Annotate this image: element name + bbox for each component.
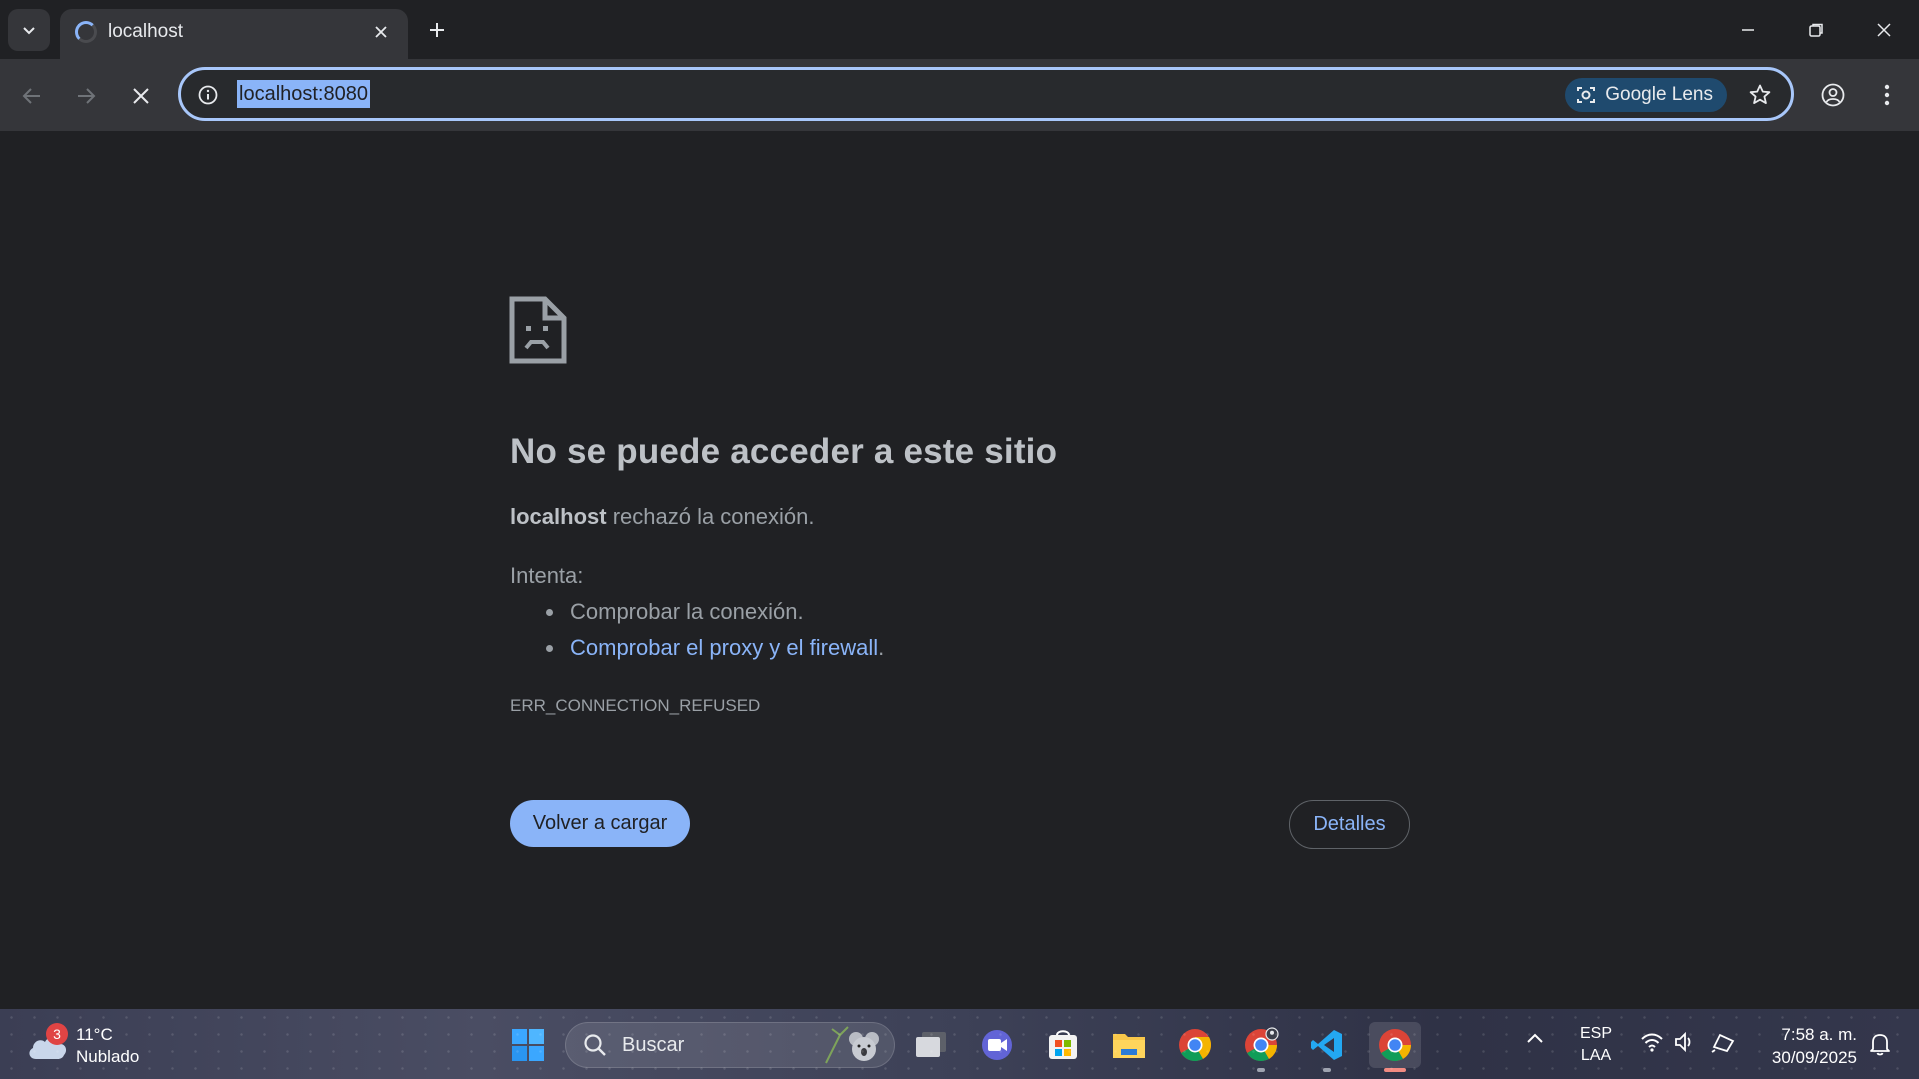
proxy-firewall-link[interactable]: Comprobar el proxy y el firewall [570,635,878,660]
koala-illustration-icon [825,1026,879,1064]
wifi-icon[interactable] [1640,1031,1664,1053]
weather-condition: Nublado [76,1047,140,1066]
tab-search-button[interactable] [8,9,50,51]
error-title: No se puede acceder a este sitio [510,432,1058,471]
clock-date: 30/09/2025 [1771,1048,1857,1067]
video-call-icon [982,1030,1012,1060]
error-code: ERR_CONNECTION_REFUSED [510,696,761,715]
task-view-icon [916,1032,946,1057]
error-host: localhost [510,504,607,529]
microsoft-store-app[interactable] [1040,1022,1086,1068]
windows-logo-icon [512,1029,544,1061]
suggestion-check-connection: Comprobar la conexión. [570,599,804,624]
running-indicator [1323,1068,1331,1072]
notification-bell-icon[interactable] [1868,1031,1892,1057]
teams-meet-app[interactable] [974,1022,1020,1068]
vscode-app[interactable] [1304,1022,1350,1072]
search-icon [584,1034,606,1056]
chevron-up-icon[interactable] [1525,1031,1545,1045]
bookmark-button[interactable] [1743,78,1777,112]
restore-icon [1809,23,1823,37]
chevron-down-icon [23,27,35,35]
menu-button[interactable] [1867,75,1907,115]
site-info-button[interactable] [195,82,221,108]
more-vertical-icon [1884,84,1890,106]
chrome-icon [1245,1027,1279,1062]
arrow-left-icon [22,88,40,104]
error-message-text: rechazó la conexión. [606,504,815,529]
browser-toolbar: localhost:8080 Google Lens [0,59,1919,131]
stop-loading-button[interactable] [121,76,161,116]
minimize-button[interactable] [1714,4,1782,56]
google-lens-label: Google Lens [1605,84,1713,105]
loading-spinner-icon [75,21,97,43]
folder-icon [1113,1034,1145,1058]
input-language[interactable]: ESP LAA [1580,1023,1612,1067]
star-icon [1749,84,1771,104]
details-button[interactable]: Detalles [1289,800,1410,849]
running-indicator [1257,1068,1265,1072]
back-button[interactable] [12,76,52,116]
browser-tab[interactable]: localhost [60,9,408,60]
account-icon [1821,83,1845,107]
profile-button[interactable] [1813,75,1853,115]
clock-time: 7:58 a. m. [1781,1025,1857,1044]
google-lens-button[interactable]: Google Lens [1565,78,1727,112]
vscode-icon [1311,1030,1342,1060]
suggestions-heading: Intenta: [510,563,584,588]
arrow-right-icon [78,88,96,104]
info-icon [198,85,218,105]
task-view-button[interactable] [908,1022,954,1068]
weather-widget[interactable]: 3 11°C Nublado [26,1023,156,1069]
restore-button[interactable] [1782,4,1850,56]
start-button[interactable] [505,1022,551,1068]
reload-button[interactable]: Volver a cargar [510,800,690,847]
system-clock[interactable]: 7:58 a. m. 30/09/2025 [1757,1023,1857,1069]
close-icon [375,26,387,38]
weather-temperature: 11°C [76,1025,113,1044]
chrome-app[interactable] [1172,1022,1218,1068]
chrome-icon [1379,1029,1411,1062]
camera-icon [1577,87,1596,103]
suggestion-item: Comprobar el proxy y el firewall. [540,633,884,669]
new-tab-button[interactable] [420,13,454,47]
chrome-profile-app[interactable] [1238,1022,1284,1072]
notification-badge: 3 [46,1023,68,1045]
close-icon [1877,23,1891,37]
error-message: localhost rechazó la conexión. [510,504,814,530]
battery-charging-icon[interactable] [1711,1031,1737,1053]
close-window-button[interactable] [1850,4,1918,56]
taskbar-search[interactable]: Buscar [565,1022,895,1068]
forward-button[interactable] [66,76,106,116]
active-indicator [1384,1068,1406,1072]
close-icon [133,88,149,104]
language-code: ESP [1580,1025,1613,1042]
sad-document-icon [509,296,567,364]
tab-title: localhost [108,21,183,42]
plus-icon [430,23,444,37]
suggestion-suffix: . [878,635,885,660]
address-bar[interactable]: localhost:8080 Google Lens [178,67,1794,121]
file-explorer-app[interactable] [1106,1022,1152,1068]
suggestions-list: Comprobar la conexión. Comprobar el prox… [540,597,884,669]
minimize-icon [1742,29,1754,31]
search-placeholder: Buscar [622,1034,685,1056]
chrome-active-app[interactable] [1369,1022,1421,1072]
chrome-icon [1179,1029,1212,1062]
suggestion-item: Comprobar la conexión. [540,597,884,633]
volume-icon[interactable] [1673,1031,1697,1053]
tab-strip: localhost [0,0,1919,60]
store-icon [1049,1030,1077,1059]
tab-close-button[interactable] [368,19,394,45]
url-text[interactable]: localhost:8080 [237,80,370,108]
windows-taskbar: 3 11°C Nublado Buscar ESP LAA 7:58 a. m.… [0,1009,1919,1079]
keyboard-layout: LAA [1580,1047,1612,1064]
